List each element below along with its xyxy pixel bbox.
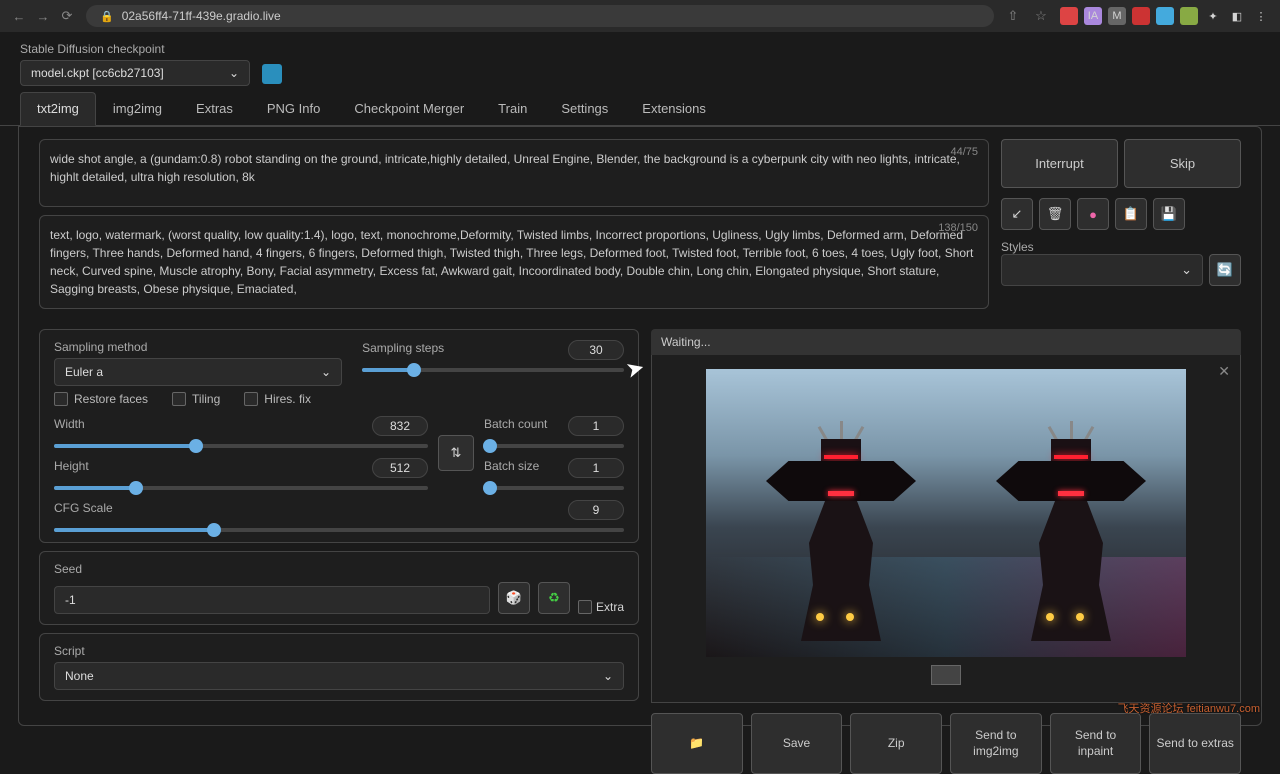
trash-icon[interactable]: 🗑 <box>1039 198 1071 230</box>
close-icon[interactable]: ✕ <box>1218 363 1230 380</box>
height-label: Height <box>54 459 89 473</box>
prompt-token-count: 44/75 <box>950 146 978 158</box>
extensions-icon[interactable]: ✦ <box>1204 7 1222 25</box>
save-button[interactable]: Save <box>751 713 843 774</box>
url-bar[interactable]: 🔒 02a56ff4-71ff-439e.gradio.live <box>86 5 994 27</box>
output-status: Waiting... <box>651 329 1241 355</box>
tab-settings[interactable]: Settings <box>544 92 625 125</box>
negative-token-count: 138/150 <box>938 222 978 234</box>
zip-button[interactable]: Zip <box>850 713 942 774</box>
seed-input[interactable]: -1 <box>54 586 490 614</box>
style-preset-icon[interactable]: ● <box>1077 198 1109 230</box>
height-slider[interactable] <box>54 486 428 490</box>
open-folder-button[interactable]: 📁 <box>651 713 743 774</box>
tab-train[interactable]: Train <box>481 92 544 125</box>
tab-img2img[interactable]: img2img <box>96 92 179 125</box>
cfg-label: CFG Scale <box>54 501 113 515</box>
send-to-img2img-button[interactable]: Send to img2img <box>950 713 1042 774</box>
send-to-extras-button[interactable]: Send to extras <box>1149 713 1241 774</box>
ext-icon-3[interactable]: M <box>1108 7 1126 25</box>
refresh-checkpoint-button[interactable] <box>262 64 282 84</box>
script-label: Script <box>54 644 624 658</box>
url-text: 02a56ff4-71ff-439e.gradio.live <box>122 9 281 23</box>
batch-count-slider[interactable] <box>484 444 624 448</box>
script-value: None <box>65 669 94 683</box>
checkpoint-select[interactable]: model.ckpt [cc6cb27103] ⌄ <box>20 60 250 86</box>
recycle-icon[interactable]: ♻ <box>538 582 570 614</box>
swap-dimensions-button[interactable]: ⇅ <box>438 435 474 471</box>
watermark: 飞天资源论坛 feitianwu7.com <box>1118 700 1260 716</box>
tab-txt2img[interactable]: txt2img <box>20 92 96 126</box>
tiling-checkbox[interactable]: Tiling <box>172 392 220 406</box>
lock-icon: 🔒 <box>100 10 114 23</box>
ext-icon-4[interactable] <box>1132 7 1150 25</box>
send-to-inpaint-button[interactable]: Send to inpaint <box>1050 713 1142 774</box>
cfg-slider[interactable] <box>54 528 624 532</box>
checkpoint-label: Stable Diffusion checkpoint <box>20 42 250 56</box>
menu-icon[interactable]: ⋮ <box>1252 7 1270 25</box>
negative-prompt-input[interactable]: 138/150 text, logo, watermark, (worst qu… <box>39 215 989 309</box>
star-icon[interactable]: ☆ <box>1032 7 1050 25</box>
tab-bar: txt2img img2img Extras PNG Info Checkpoi… <box>0 92 1280 126</box>
tab-pnginfo[interactable]: PNG Info <box>250 92 337 125</box>
tab-extensions[interactable]: Extensions <box>625 92 723 125</box>
prompt-text: wide shot angle, a (gundam:0.8) robot st… <box>50 150 978 186</box>
tab-extras[interactable]: Extras <box>179 92 250 125</box>
sampling-steps-slider[interactable] <box>362 368 624 372</box>
generated-image[interactable] <box>706 369 1186 657</box>
chevron-down-icon: ⌄ <box>1181 262 1192 278</box>
interrupt-button[interactable]: Interrupt <box>1001 139 1118 188</box>
styles-select[interactable]: ⌄ <box>1001 254 1203 286</box>
ext-icon-5[interactable] <box>1156 7 1174 25</box>
width-label: Width <box>54 417 85 431</box>
apply-style-button[interactable]: 🔄 <box>1209 254 1241 286</box>
sampling-steps-value[interactable]: 30 <box>568 340 624 360</box>
ext-icon-2[interactable]: IA <box>1084 7 1102 25</box>
sampling-method-value: Euler a <box>65 365 103 379</box>
styles-label: Styles <box>1001 240 1035 254</box>
forward-button[interactable]: → <box>34 7 52 25</box>
checkpoint-value: model.ckpt [cc6cb27103] <box>31 66 164 80</box>
sidepanel-icon[interactable]: ◧ <box>1228 7 1246 25</box>
tab-checkpoint-merger[interactable]: Checkpoint Merger <box>337 92 481 125</box>
back-button[interactable]: ← <box>10 7 28 25</box>
arrow-icon[interactable]: ↙ <box>1001 198 1033 230</box>
batch-size-value[interactable]: 1 <box>568 458 624 478</box>
ext-icon-1[interactable] <box>1060 7 1078 25</box>
clipboard-icon[interactable]: 📋 <box>1115 198 1147 230</box>
negative-prompt-text: text, logo, watermark, (worst quality, l… <box>50 226 978 298</box>
chevron-down-icon: ⌄ <box>229 66 239 80</box>
chevron-down-icon: ⌄ <box>603 669 613 683</box>
save-style-icon[interactable]: 💾 <box>1153 198 1185 230</box>
sampling-method-label: Sampling method <box>54 340 342 354</box>
script-select[interactable]: None ⌄ <box>54 662 624 690</box>
hires-fix-checkbox[interactable]: Hires. fix <box>244 392 311 406</box>
batch-count-label: Batch count <box>484 417 547 431</box>
seed-label: Seed <box>54 562 624 576</box>
dice-icon[interactable]: 🎲 <box>498 582 530 614</box>
restore-faces-checkbox[interactable]: Restore faces <box>54 392 148 406</box>
skip-button[interactable]: Skip <box>1124 139 1241 188</box>
batch-count-value[interactable]: 1 <box>568 416 624 436</box>
ext-icon-6[interactable] <box>1180 7 1198 25</box>
chevron-down-icon: ⌄ <box>321 365 331 379</box>
batch-size-slider[interactable] <box>484 486 624 490</box>
sampling-method-select[interactable]: Euler a ⌄ <box>54 358 342 386</box>
output-image-container: ✕ <box>651 355 1241 703</box>
width-value[interactable]: 832 <box>372 416 428 436</box>
share-icon[interactable]: ⇧ <box>1004 7 1022 25</box>
sampling-steps-label: Sampling steps <box>362 341 444 355</box>
reload-button[interactable]: ⟳ <box>58 7 76 25</box>
height-value[interactable]: 512 <box>372 458 428 478</box>
extra-checkbox[interactable]: Extra <box>578 600 624 614</box>
batch-size-label: Batch size <box>484 459 539 473</box>
cfg-value[interactable]: 9 <box>568 500 624 520</box>
thumbnail[interactable] <box>931 665 961 685</box>
width-slider[interactable] <box>54 444 428 448</box>
prompt-input[interactable]: 44/75 wide shot angle, a (gundam:0.8) ro… <box>39 139 989 207</box>
